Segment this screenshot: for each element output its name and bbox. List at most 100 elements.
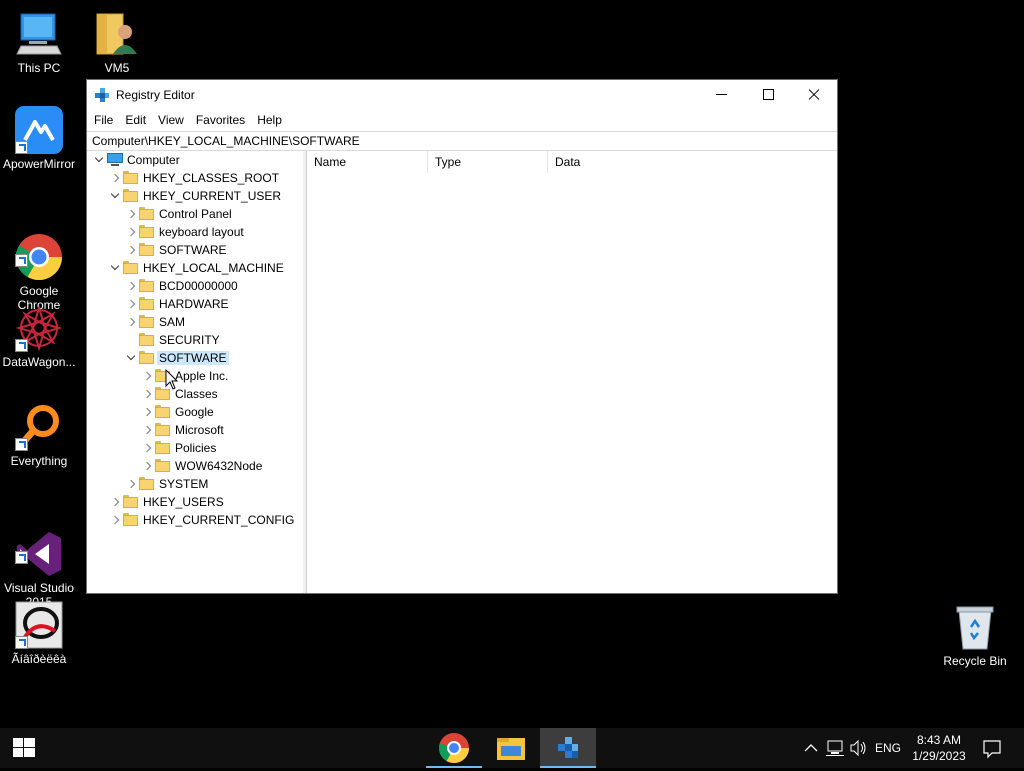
- desktop-icon-unknown-app[interactable]: Ãíâîðèëêà: [0, 601, 78, 666]
- apowermirror-icon: [15, 106, 63, 154]
- tree-item[interactable]: HARDWARE: [87, 295, 303, 313]
- chevron-right-icon[interactable]: [141, 424, 153, 436]
- tree-item-label: Control Panel: [159, 207, 232, 221]
- address-bar[interactable]: Computer\HKEY_LOCAL_MACHINE\SOFTWARE: [87, 131, 837, 151]
- desktop-icon-apowermirror[interactable]: ApowerMirror: [0, 106, 78, 171]
- maximize-button[interactable]: [745, 80, 791, 109]
- values-list[interactable]: Name Type Data: [306, 151, 837, 593]
- tree-item-label: Google: [175, 405, 214, 419]
- chevron-right-icon[interactable]: [125, 244, 137, 256]
- chevron-down-icon[interactable]: [109, 262, 121, 274]
- tree-item[interactable]: HKEY_CURRENT_USER: [87, 187, 303, 205]
- menu-favorites[interactable]: Favorites: [190, 109, 251, 131]
- volume-button[interactable]: [848, 728, 868, 768]
- desktop-icon-this-pc[interactable]: This PC: [0, 10, 78, 75]
- chevron-right-icon[interactable]: [109, 172, 121, 184]
- tree-item-label: SOFTWARE: [157, 351, 229, 365]
- show-hidden-icons-button[interactable]: [802, 728, 820, 768]
- menu-edit[interactable]: Edit: [119, 109, 152, 131]
- menu-file[interactable]: File: [88, 109, 119, 131]
- menu-help[interactable]: Help: [251, 109, 288, 131]
- folder-icon: [139, 477, 154, 490]
- minimize-button[interactable]: [699, 80, 745, 109]
- start-button[interactable]: [0, 728, 48, 768]
- tree-item[interactable]: SYSTEM: [87, 475, 303, 493]
- taskbar-chrome[interactable]: [426, 728, 482, 768]
- tree-item[interactable]: keyboard layout: [87, 223, 303, 241]
- clock-date: 1/29/2023: [912, 749, 966, 763]
- tree-item[interactable]: Control Panel: [87, 205, 303, 223]
- column-header-name[interactable]: Name: [307, 151, 428, 173]
- tree-item[interactable]: Classes: [87, 385, 303, 403]
- taskbar-file-explorer[interactable]: [483, 728, 539, 768]
- folder-icon: [155, 423, 170, 436]
- tree-item[interactable]: Google: [87, 403, 303, 421]
- chevron-right-icon[interactable]: [125, 298, 137, 310]
- network-button[interactable]: [824, 728, 846, 768]
- chevron-right-icon[interactable]: [125, 478, 137, 490]
- tree-item[interactable]: SAM: [87, 313, 303, 331]
- chevron-right-icon[interactable]: [125, 280, 137, 292]
- menu-view[interactable]: View: [152, 109, 190, 131]
- chevron-right-icon[interactable]: [109, 514, 121, 526]
- action-center-button[interactable]: [978, 728, 1006, 768]
- desktop-icon-recycle-bin[interactable]: Recycle Bin: [936, 603, 1014, 668]
- chevron-right-icon[interactable]: [141, 460, 153, 472]
- datawagon-icon: [15, 304, 63, 352]
- file-explorer-icon: [497, 738, 525, 760]
- tree-item[interactable]: HKEY_CURRENT_CONFIG: [87, 511, 303, 529]
- clock[interactable]: 8:43 AM 1/29/2023: [904, 732, 974, 764]
- registry-editor-window[interactable]: Registry Editor File Edit View Favorites…: [86, 79, 838, 594]
- tree-item-label: SYSTEM: [159, 477, 209, 491]
- column-header-data[interactable]: Data: [548, 151, 668, 173]
- chevron-right-icon[interactable]: [141, 406, 153, 418]
- language-indicator[interactable]: ENG: [872, 728, 904, 768]
- folder-icon: [155, 405, 170, 418]
- chevron-down-icon[interactable]: [125, 352, 137, 364]
- tree-item[interactable]: BCD00000000: [87, 277, 303, 295]
- chevron-right-icon[interactable]: [125, 208, 137, 220]
- tree-item[interactable]: HKEY_USERS: [87, 493, 303, 511]
- chevron-right-icon[interactable]: [141, 388, 153, 400]
- column-header-type[interactable]: Type: [428, 151, 548, 173]
- close-button[interactable]: [791, 80, 837, 109]
- tree-item-label: Computer: [127, 153, 180, 167]
- chevron-right-icon[interactable]: [141, 370, 153, 382]
- chevron-right-icon[interactable]: [141, 442, 153, 454]
- desktop-icon-everything[interactable]: Everything: [0, 403, 78, 468]
- chevron-down-icon[interactable]: [93, 154, 105, 166]
- desktop-icon-label: Recycle Bin: [943, 654, 1007, 668]
- chevron-up-icon: [804, 744, 818, 752]
- taskbar-registry-editor[interactable]: [540, 728, 596, 768]
- menu-bar: File Edit View Favorites Help: [87, 109, 837, 131]
- tree-item[interactable]: Computer: [87, 151, 303, 169]
- tree-item-label: Apple Inc.: [175, 369, 229, 383]
- tree-item[interactable]: SOFTWARE: [87, 241, 303, 259]
- tree-item[interactable]: HKEY_CLASSES_ROOT: [87, 169, 303, 187]
- folder-icon: [155, 459, 170, 472]
- tree-item[interactable]: HKEY_LOCAL_MACHINE: [87, 259, 303, 277]
- desktop-icon-vm5[interactable]: VM5: [78, 10, 156, 75]
- tree-item[interactable]: WOW6432Node: [87, 457, 303, 475]
- folder-icon: [139, 315, 154, 328]
- everything-search-icon: [15, 403, 63, 451]
- tree-item-label: Classes: [175, 387, 218, 401]
- editor-panes: Computer HKEY_CLASSES_ROOT HKEY_CURRENT_US…: [87, 151, 837, 593]
- desktop-icon-datawagon[interactable]: DataWagon...: [0, 304, 78, 369]
- desktop-icon-label: VM5: [104, 61, 130, 75]
- tree-item[interactable]: Apple Inc.: [87, 367, 303, 385]
- chevron-right-icon[interactable]: [125, 226, 137, 238]
- tree-item-label: HKEY_CURRENT_CONFIG: [143, 513, 295, 527]
- network-icon: [826, 740, 844, 756]
- chevron-down-icon[interactable]: [109, 190, 121, 202]
- tree-item[interactable]: SECURITY: [87, 331, 303, 349]
- tree-item-label: Policies: [175, 441, 217, 455]
- registry-tree[interactable]: Computer HKEY_CLASSES_ROOT HKEY_CURRENT_US…: [87, 151, 304, 593]
- chevron-right-icon[interactable]: [109, 496, 121, 508]
- title-bar[interactable]: Registry Editor: [87, 80, 837, 109]
- chevron-right-icon[interactable]: [125, 316, 137, 328]
- tree-item[interactable]: SOFTWARE: [87, 349, 303, 367]
- tree-item[interactable]: Microsoft: [87, 421, 303, 439]
- tree-item[interactable]: Policies: [87, 439, 303, 457]
- tree-item-label: BCD00000000: [159, 279, 238, 293]
